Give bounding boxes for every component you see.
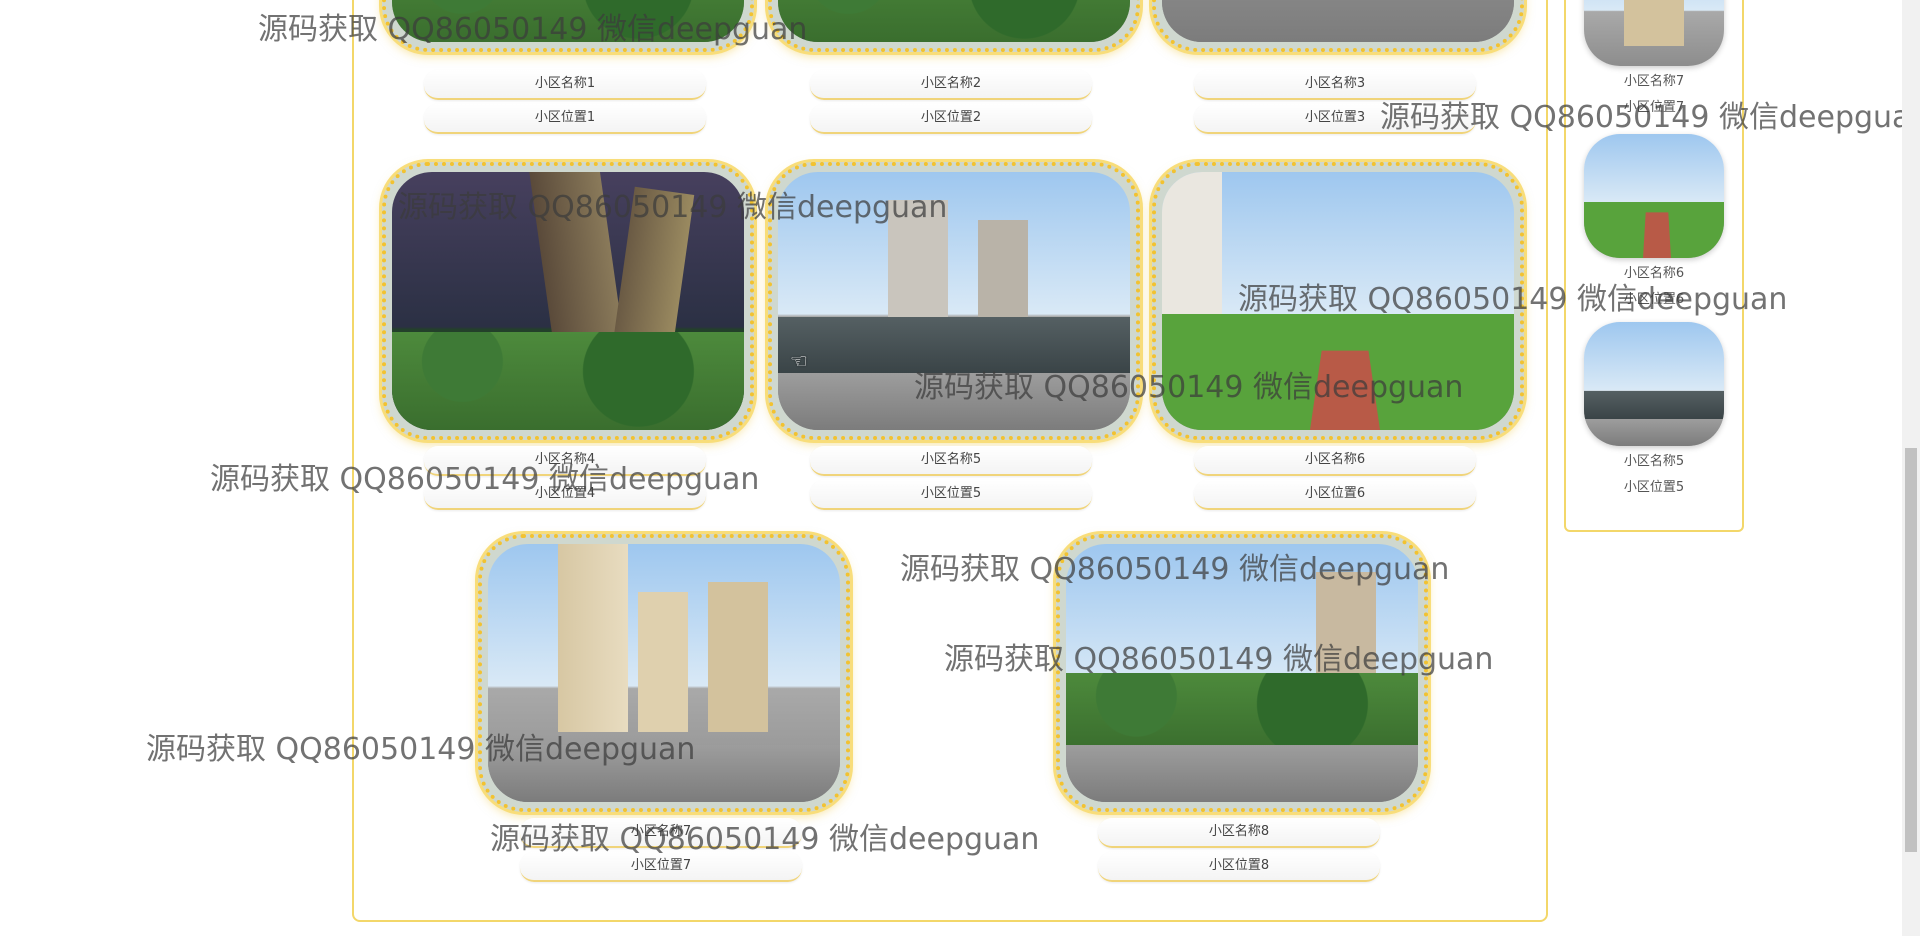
community-card[interactable]: 小区名称3 小区位置3 [1152, 0, 1524, 134]
community-card[interactable]: 小区名称5 小区位置5 [768, 162, 1140, 510]
sidebar-thumb[interactable] [1584, 322, 1724, 446]
community-location: 小区位置4 [424, 480, 706, 510]
community-name: 小区名称5 [810, 446, 1092, 476]
community-location: 小区位置2 [810, 104, 1092, 134]
sidebar-item-location: 小区位置5 [1623, 480, 1685, 495]
community-card[interactable]: 小区名称6 小区位置6 [1152, 162, 1524, 510]
community-card[interactable]: 小区名称4 小区位置4 [382, 162, 754, 510]
community-photo[interactable] [768, 162, 1140, 440]
community-name: 小区名称7 [520, 818, 802, 848]
community-photo[interactable] [1152, 162, 1524, 440]
community-card[interactable]: 小区名称8 小区位置8 [1056, 534, 1428, 882]
page: 小区名称1 小区位置1 小区名称2 小区位置2 小区名称3 小区位置3 小区名称… [0, 0, 1920, 936]
scrollbar-thumb[interactable] [1905, 448, 1917, 852]
community-name: 小区名称2 [810, 70, 1092, 100]
mouse-cursor-icon: ☜ [790, 349, 808, 373]
community-photo[interactable] [1152, 0, 1524, 52]
community-card[interactable]: 小区名称1 小区位置1 [382, 0, 754, 134]
community-name: 小区名称1 [424, 70, 706, 100]
sidebar-item[interactable]: 小区名称7 小区位置7 [1584, 0, 1724, 124]
community-photo[interactable] [382, 162, 754, 440]
community-card[interactable]: 小区名称2 小区位置2 [768, 0, 1140, 134]
sidebar-thumb[interactable] [1584, 0, 1724, 66]
sidebar-item-location: 小区位置7 [1623, 100, 1685, 115]
community-name: 小区名称8 [1098, 818, 1380, 848]
sidebar-item-location: 小区位置6 [1623, 292, 1685, 307]
community-name: 小区名称4 [424, 446, 706, 476]
community-location: 小区位置3 [1194, 104, 1476, 134]
community-card[interactable]: 小区名称7 小区位置7 [478, 534, 850, 882]
community-name: 小区名称3 [1194, 70, 1476, 100]
sidebar-item[interactable]: 小区名称5 小区位置5 [1584, 322, 1724, 504]
community-location: 小区位置5 [810, 480, 1092, 510]
community-photo[interactable] [1056, 534, 1428, 812]
community-name: 小区名称6 [1194, 446, 1476, 476]
community-location: 小区位置1 [424, 104, 706, 134]
community-location: 小区位置7 [520, 852, 802, 882]
community-location: 小区位置6 [1194, 480, 1476, 510]
community-location: 小区位置8 [1098, 852, 1380, 882]
page-scrollbar[interactable] [1902, 0, 1920, 936]
sidebar-item[interactable]: 小区名称6 小区位置6 [1584, 134, 1724, 316]
community-photo[interactable] [478, 534, 850, 812]
community-photo[interactable] [768, 0, 1140, 52]
community-photo[interactable] [382, 0, 754, 52]
sidebar-thumb[interactable] [1584, 134, 1724, 258]
